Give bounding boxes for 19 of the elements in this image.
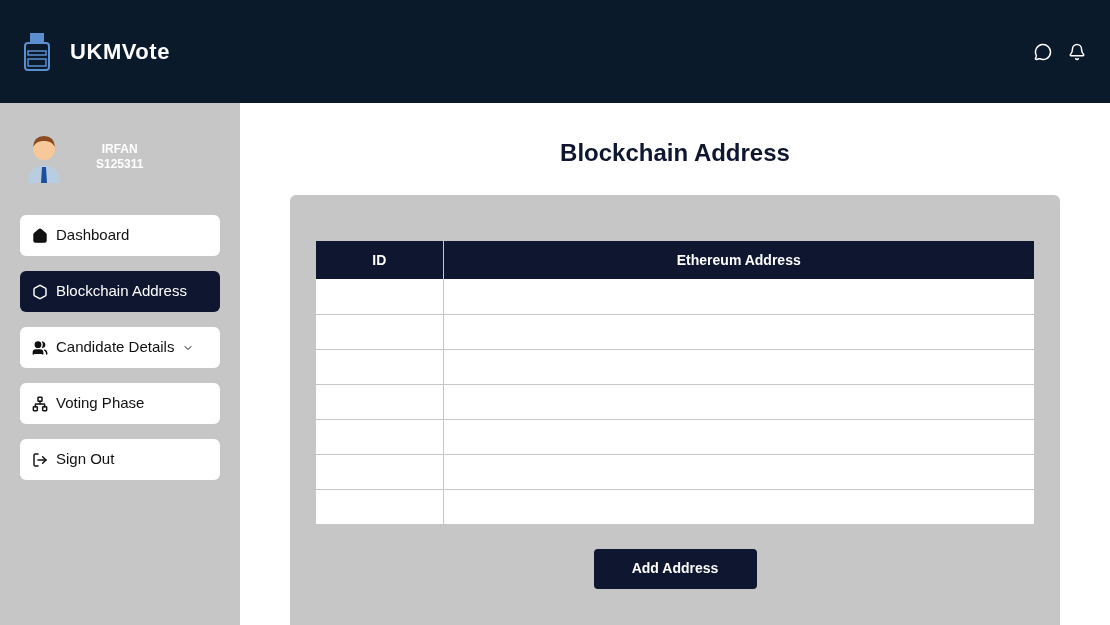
column-header: ID bbox=[316, 241, 443, 279]
add-address-button[interactable]: Add Address bbox=[593, 548, 757, 589]
chat-icon[interactable] bbox=[1034, 42, 1052, 61]
sidebar-item[interactable]: Sign Out bbox=[20, 439, 220, 480]
sign-out-icon bbox=[32, 451, 48, 468]
home-icon bbox=[32, 227, 48, 244]
notifications-icon[interactable] bbox=[1068, 42, 1086, 61]
brand-name: UKMVote bbox=[70, 38, 170, 66]
user-name: IRFAN bbox=[101, 142, 138, 157]
users-icon bbox=[32, 339, 48, 356]
sidebar-item[interactable]: Candidate Details bbox=[20, 327, 220, 368]
page-title: Blockchain Address bbox=[560, 138, 790, 168]
sidebar-item[interactable]: Dashboard bbox=[20, 215, 220, 256]
hexagon-icon bbox=[32, 283, 48, 300]
ballot-box-icon bbox=[24, 32, 50, 71]
network-icon bbox=[32, 395, 48, 412]
sidebar-item[interactable]: Voting Phase bbox=[20, 383, 220, 424]
sidebar-item[interactable]: Blockchain Address bbox=[20, 271, 220, 312]
user-id: S125311 bbox=[96, 157, 144, 172]
